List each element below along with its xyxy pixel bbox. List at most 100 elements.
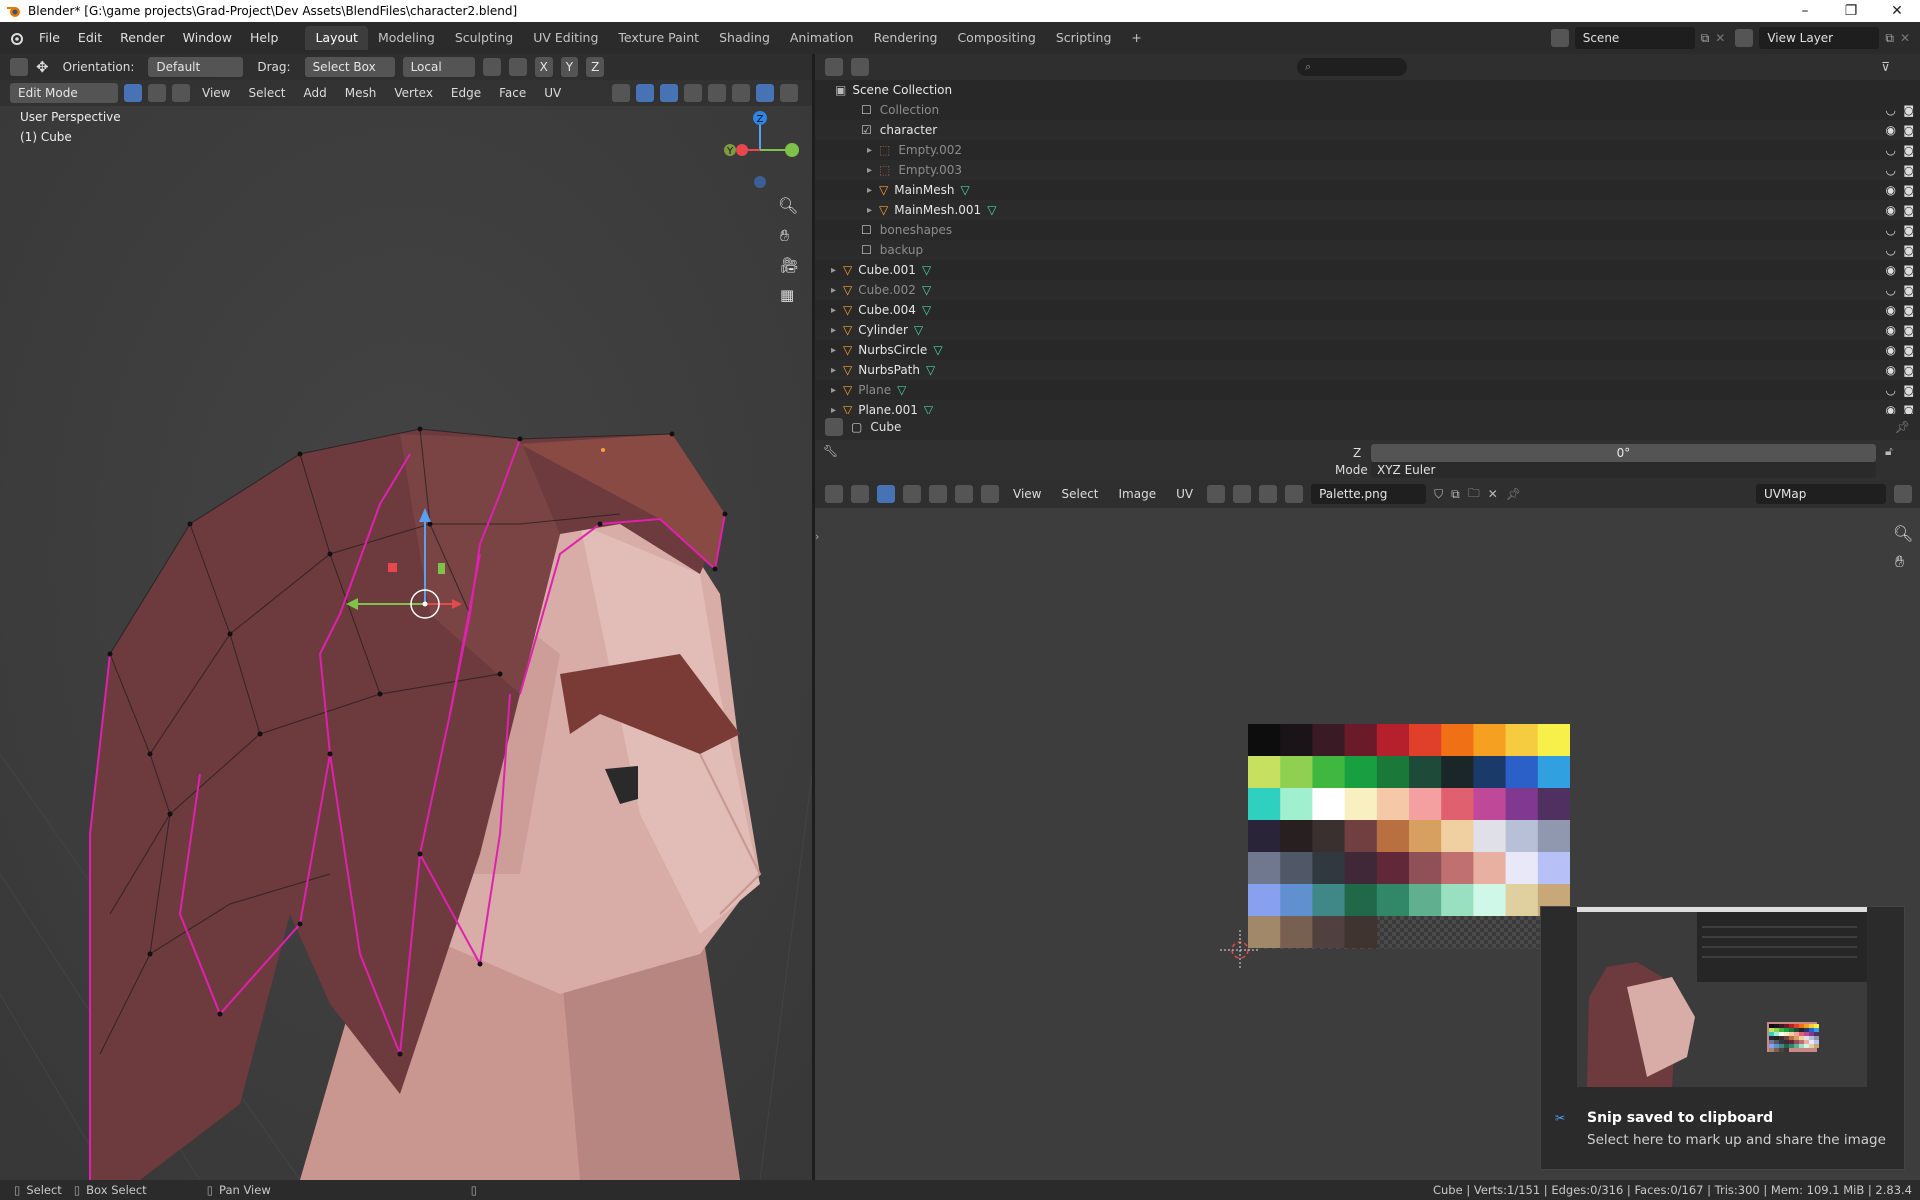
- blender-menu-icon[interactable]: [8, 30, 24, 46]
- uvmap-selector[interactable]: UVMap: [1756, 484, 1886, 504]
- pivot-dropdown[interactable]: Local: [402, 57, 475, 77]
- xray-toggle-icon[interactable]: [684, 84, 702, 102]
- maximize-button[interactable]: ❐: [1828, 3, 1874, 19]
- render-camera-icon[interactable]: ◙: [1903, 204, 1914, 217]
- uv-menu-image[interactable]: Image: [1113, 487, 1163, 501]
- collection-checkbox-icon[interactable]: ☑: [861, 123, 872, 137]
- render-camera-icon[interactable]: ◙: [1903, 324, 1914, 337]
- render-camera-icon[interactable]: ◙: [1903, 344, 1914, 357]
- outliner-root[interactable]: ▣ Scene Collection: [815, 80, 1920, 100]
- render-camera-icon[interactable]: ◙: [1903, 264, 1914, 277]
- minimize-button[interactable]: –: [1782, 3, 1828, 19]
- visibility-eye-icon[interactable]: ◡: [1886, 103, 1896, 117]
- new-scene-icon[interactable]: ⧉: [1701, 31, 1710, 46]
- visibility-eye-icon[interactable]: ◉: [1886, 183, 1896, 197]
- wireframe-shading-icon[interactable]: [708, 84, 726, 102]
- image-pin-icon[interactable]: 📌︎: [1506, 487, 1521, 501]
- properties-editor-type-icon[interactable]: [825, 418, 843, 436]
- render-camera-icon[interactable]: ◙: [1903, 164, 1914, 177]
- tab-animation[interactable]: Animation: [780, 26, 864, 50]
- uv-menu-select[interactable]: Select: [1055, 487, 1104, 501]
- mesh-data-icon[interactable]: ▽: [922, 303, 931, 317]
- 2d-cursor-icon[interactable]: [1220, 930, 1260, 970]
- expand-arrow-icon[interactable]: ▸: [867, 145, 879, 156]
- display-mode-icon[interactable]: [851, 58, 869, 76]
- render-camera-icon[interactable]: ◙: [1903, 284, 1914, 297]
- uv-sync-icon[interactable]: [851, 485, 869, 503]
- tab-scripting[interactable]: Scripting: [1046, 26, 1122, 50]
- tab-uv-editing[interactable]: UV Editing: [523, 26, 608, 50]
- delete-view-layer-icon[interactable]: ✕: [1900, 31, 1910, 45]
- uv-island-select-icon[interactable]: [955, 485, 973, 503]
- expand-arrow-icon[interactable]: ▸: [867, 205, 879, 216]
- menu-mesh[interactable]: Mesh: [339, 86, 383, 100]
- visibility-eye-icon[interactable]: ◡: [1886, 143, 1896, 157]
- outliner-row[interactable]: ☐ boneshapes ◡ ◙: [815, 220, 1920, 240]
- tab-layout[interactable]: Layout: [305, 26, 368, 50]
- render-camera-icon[interactable]: ◙: [1903, 144, 1914, 157]
- expand-arrow-icon[interactable]: ▸: [831, 345, 843, 356]
- face-select-icon[interactable]: [172, 84, 190, 102]
- mirror-y-toggle[interactable]: Y: [560, 57, 579, 77]
- tab-shading[interactable]: Shading: [709, 26, 780, 50]
- collection-checkbox-icon[interactable]: ☐: [861, 243, 872, 257]
- render-camera-icon[interactable]: ◙: [1903, 184, 1914, 197]
- visibility-icon[interactable]: [612, 84, 630, 102]
- image-browse-icon[interactable]: [1285, 485, 1304, 503]
- edge-select-icon[interactable]: [148, 84, 166, 102]
- outliner-row[interactable]: ▸ ▽ NurbsCircle ▽ ◉ ◙: [815, 340, 1920, 360]
- mirror-z-toggle[interactable]: Z: [586, 57, 605, 77]
- visibility-eye-icon[interactable]: ◡: [1886, 243, 1896, 257]
- outliner-search-input[interactable]: ⌕: [1297, 58, 1407, 76]
- expand-arrow-icon[interactable]: ▸: [831, 325, 843, 336]
- ortho-grid-icon[interactable]: ▦: [780, 286, 794, 304]
- mesh-data-icon[interactable]: ▽: [897, 383, 906, 397]
- rotation-mode-dropdown[interactable]: XYZ Euler: [1371, 462, 1876, 478]
- tab-rendering[interactable]: Rendering: [864, 26, 948, 50]
- open-image-icon[interactable]: 🗀︎: [1468, 484, 1480, 505]
- move-tool-icon[interactable]: ✥: [36, 58, 49, 76]
- vertex-select-icon[interactable]: [124, 84, 142, 102]
- mesh-data-icon[interactable]: ▽: [914, 323, 923, 337]
- uv-pan-hand-icon[interactable]: ✋︎: [1895, 552, 1904, 572]
- camera-view-icon[interactable]: 🎥︎: [780, 256, 799, 274]
- render-camera-icon[interactable]: ◙: [1903, 384, 1914, 397]
- mesh-data-icon[interactable]: ▽: [960, 183, 969, 197]
- uv-sticky-select-icon[interactable]: [981, 485, 999, 503]
- uv-menu-view[interactable]: View: [1007, 487, 1047, 501]
- menu-view[interactable]: View: [196, 86, 236, 100]
- navigation-gizmo[interactable]: Z Y: [720, 108, 800, 198]
- rotation-z-field[interactable]: 0°: [1371, 444, 1876, 462]
- mesh-data-icon[interactable]: ▽: [933, 343, 942, 357]
- uv-pivot-icon[interactable]: [1207, 485, 1226, 503]
- expand-arrow-icon[interactable]: ▸: [831, 385, 843, 396]
- snip-notification[interactable]: ✂︎ Snip saved to clipboard Select here t…: [1540, 906, 1905, 1170]
- render-camera-icon[interactable]: ◙: [1903, 224, 1914, 237]
- new-image-icon[interactable]: ⧉: [1451, 487, 1460, 502]
- uv-menu-uv[interactable]: UV: [1170, 487, 1199, 501]
- mesh-data-icon[interactable]: ▽: [922, 283, 931, 297]
- visibility-eye-icon[interactable]: ◉: [1886, 343, 1896, 357]
- editor-type-icon[interactable]: [10, 58, 28, 76]
- visibility-eye-icon[interactable]: ◉: [1886, 303, 1896, 317]
- visibility-eye-icon[interactable]: ◉: [1886, 263, 1896, 277]
- pin-icon[interactable]: 📌︎: [1895, 420, 1910, 434]
- outliner-row[interactable]: ☐ Collection ◡ ◙: [815, 100, 1920, 120]
- filter-icon[interactable]: ⊽: [1881, 60, 1890, 74]
- outliner-row[interactable]: ▸ ▽ Cylinder ▽ ◉ ◙: [815, 320, 1920, 340]
- mesh-data-icon[interactable]: ▽: [926, 363, 935, 377]
- outliner-row[interactable]: ▸ ▽ Plane ▽ ◡ ◙: [815, 380, 1920, 400]
- tab-texture-paint[interactable]: Texture Paint: [608, 26, 709, 50]
- snap-icon[interactable]: [482, 58, 501, 76]
- add-workspace-button[interactable]: +: [1121, 26, 1151, 50]
- menu-window[interactable]: Window: [174, 27, 241, 49]
- uv-face-select-icon[interactable]: [929, 485, 947, 503]
- toolbar-expand-icon[interactable]: ›: [815, 530, 819, 543]
- expand-arrow-icon[interactable]: ▸: [831, 305, 843, 316]
- pan-hand-icon[interactable]: ✋︎: [780, 226, 789, 246]
- close-button[interactable]: ✕: [1874, 3, 1920, 19]
- image-display-icon[interactable]: [1894, 485, 1912, 503]
- visibility-eye-icon[interactable]: ◉: [1886, 203, 1896, 217]
- outliner-row[interactable]: ▸ ▽ MainMesh.001 ▽ ◉ ◙: [815, 200, 1920, 220]
- menu-edit[interactable]: Edit: [69, 27, 111, 49]
